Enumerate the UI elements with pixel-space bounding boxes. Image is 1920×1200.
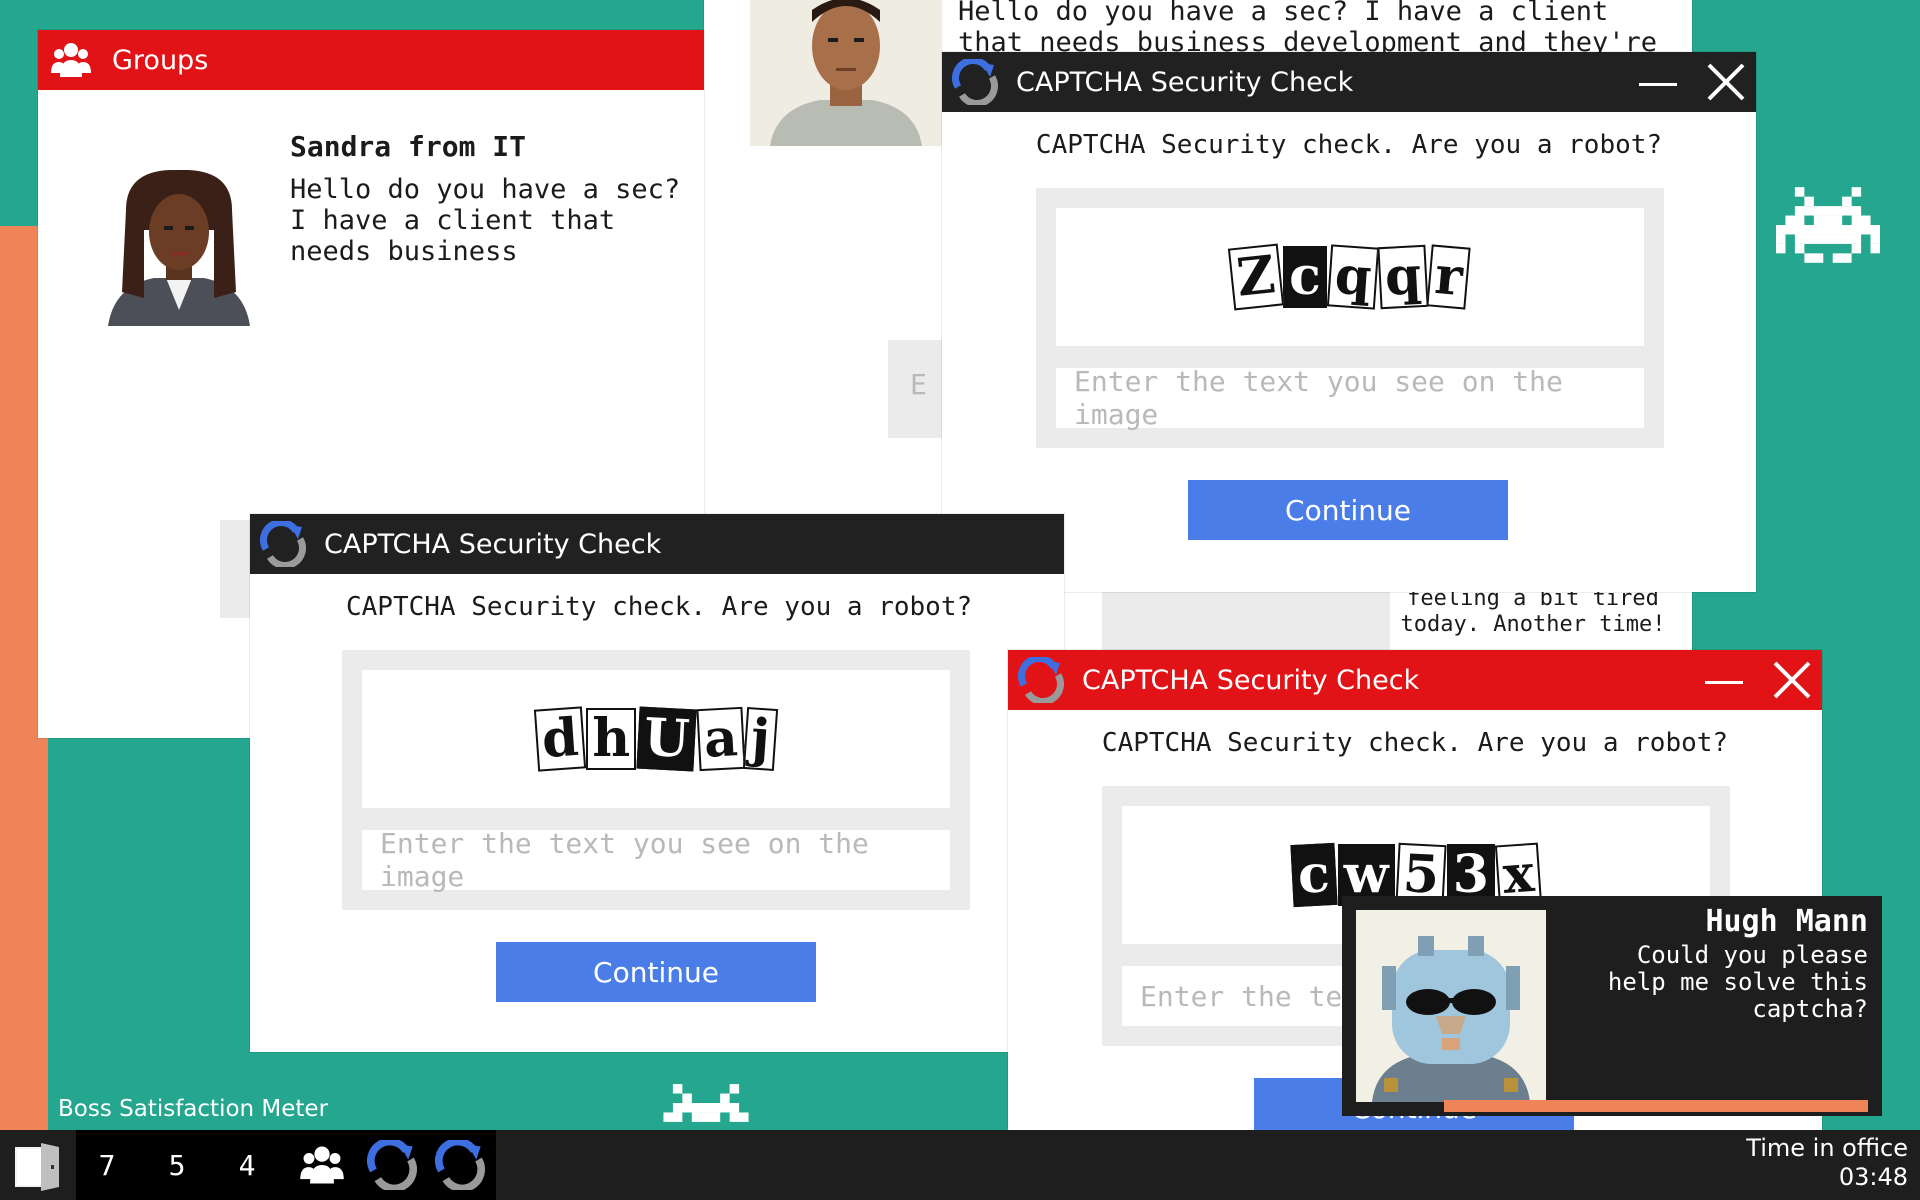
taskbar-captcha-button[interactable] bbox=[430, 1130, 490, 1200]
captcha-char: Z bbox=[1228, 243, 1285, 311]
groups-title: Groups bbox=[112, 44, 209, 76]
captcha-prompt: CAPTCHA Security check. Are you a robot? bbox=[346, 592, 973, 622]
captcha-image: Z c q q r bbox=[1056, 208, 1644, 346]
captcha-icon bbox=[367, 1140, 417, 1190]
captcha-char: c bbox=[1283, 246, 1327, 308]
captcha-titlebar[interactable]: CAPTCHA Security Check bbox=[1008, 650, 1822, 710]
sender-name: Hugh Mann bbox=[1705, 904, 1868, 939]
minimize-button[interactable] bbox=[1694, 650, 1754, 710]
captcha-window: CAPTCHA Security Check CAPTCHA Security … bbox=[942, 52, 1756, 592]
boss-satisfaction-label: Boss Satisfaction Meter bbox=[58, 1096, 329, 1122]
chat-input-text: E bbox=[910, 368, 927, 401]
avatar bbox=[108, 170, 250, 326]
captcha-input[interactable]: Enter the text you see on the image bbox=[362, 827, 950, 893]
avatar bbox=[750, 0, 942, 146]
continue-button[interactable]: Continue bbox=[1188, 480, 1508, 540]
door-icon bbox=[15, 1143, 59, 1191]
avatar bbox=[1356, 910, 1546, 1102]
captcha-window: CAPTCHA Security Check CAPTCHA Security … bbox=[250, 514, 1064, 1052]
time-in-office: Time in office 03:48 bbox=[1746, 1134, 1908, 1192]
captcha-title: CAPTCHA Security Check bbox=[1082, 664, 1420, 696]
captcha-char: q bbox=[1377, 244, 1430, 310]
chat-reply-area bbox=[1102, 590, 1392, 650]
captcha-titlebar[interactable]: CAPTCHA Security Check bbox=[942, 52, 1756, 112]
chat-message: Hello do you have a sec? I have a client… bbox=[290, 174, 681, 267]
contact-name: Sandra from IT bbox=[290, 130, 527, 163]
captcha-char: c bbox=[1290, 842, 1338, 908]
captcha-char: j bbox=[743, 707, 779, 771]
continue-button[interactable]: Continue bbox=[496, 942, 816, 1002]
captcha-icon bbox=[952, 59, 998, 105]
groups-icon bbox=[51, 43, 91, 77]
captcha-icon bbox=[260, 521, 306, 567]
captcha-icon bbox=[1018, 657, 1064, 703]
minimize-button[interactable] bbox=[1628, 52, 1688, 112]
start-button[interactable] bbox=[0, 1130, 74, 1200]
chat-message: Hello do you have a sec? I have a client… bbox=[958, 0, 1657, 54]
taskbar: 7 5 4 Time in office 03:48 bbox=[0, 1130, 1920, 1200]
taskbar-counter[interactable]: 5 bbox=[150, 1130, 204, 1200]
captcha-title: CAPTCHA Security Check bbox=[324, 528, 662, 560]
captcha-char: a bbox=[695, 706, 745, 772]
captcha-char: U bbox=[636, 706, 698, 772]
captcha-icon bbox=[435, 1140, 485, 1190]
captcha-prompt: CAPTCHA Security check. Are you a robot? bbox=[1035, 130, 1663, 160]
taskbar-counter[interactable]: 4 bbox=[220, 1130, 274, 1200]
chat-reply-bubble: feeling a bit tired today. Another time! bbox=[1390, 586, 1676, 650]
captcha-prompt: CAPTCHA Security check. Are you a robot? bbox=[1101, 728, 1729, 758]
groups-icon bbox=[300, 1146, 344, 1184]
groups-titlebar[interactable]: Groups bbox=[38, 30, 704, 90]
captcha-title: CAPTCHA Security Check bbox=[1016, 66, 1354, 98]
captcha-panel: d h U a j Enter the text you see on the … bbox=[342, 650, 970, 910]
captcha-image: d h U a j bbox=[362, 670, 950, 808]
notification-popup[interactable]: Hugh Mann Could you please help me solve… bbox=[1342, 896, 1882, 1116]
chat-input[interactable]: E bbox=[888, 340, 948, 438]
close-icon bbox=[1773, 661, 1811, 699]
close-button[interactable] bbox=[1762, 650, 1822, 710]
captcha-input[interactable]: Enter the text you see on the image bbox=[1056, 365, 1644, 431]
time-label: Time in office bbox=[1746, 1134, 1908, 1162]
captcha-char: r bbox=[1426, 244, 1472, 310]
notification-message: Could you please help me solve this capt… bbox=[1607, 941, 1868, 1023]
taskbar-captcha-button[interactable] bbox=[362, 1130, 422, 1200]
taskbar-groups-button[interactable] bbox=[292, 1130, 352, 1200]
captcha-char: q bbox=[1326, 244, 1380, 310]
captcha-char: d bbox=[533, 706, 587, 772]
close-icon bbox=[1707, 63, 1745, 101]
space-invader-icon bbox=[663, 1084, 749, 1122]
chat-reply: feeling a bit tired today. Another time! bbox=[1400, 586, 1666, 637]
space-invader-icon bbox=[1776, 187, 1880, 263]
captcha-titlebar[interactable]: CAPTCHA Security Check bbox=[250, 514, 1064, 574]
notification-progress bbox=[1444, 1100, 1868, 1112]
close-button[interactable] bbox=[1696, 52, 1756, 112]
time-value: 03:48 bbox=[1838, 1163, 1908, 1191]
captcha-char: h bbox=[586, 708, 637, 770]
captcha-panel: Z c q q r Enter the text you see on the … bbox=[1036, 188, 1664, 448]
taskbar-counter[interactable]: 7 bbox=[80, 1130, 134, 1200]
